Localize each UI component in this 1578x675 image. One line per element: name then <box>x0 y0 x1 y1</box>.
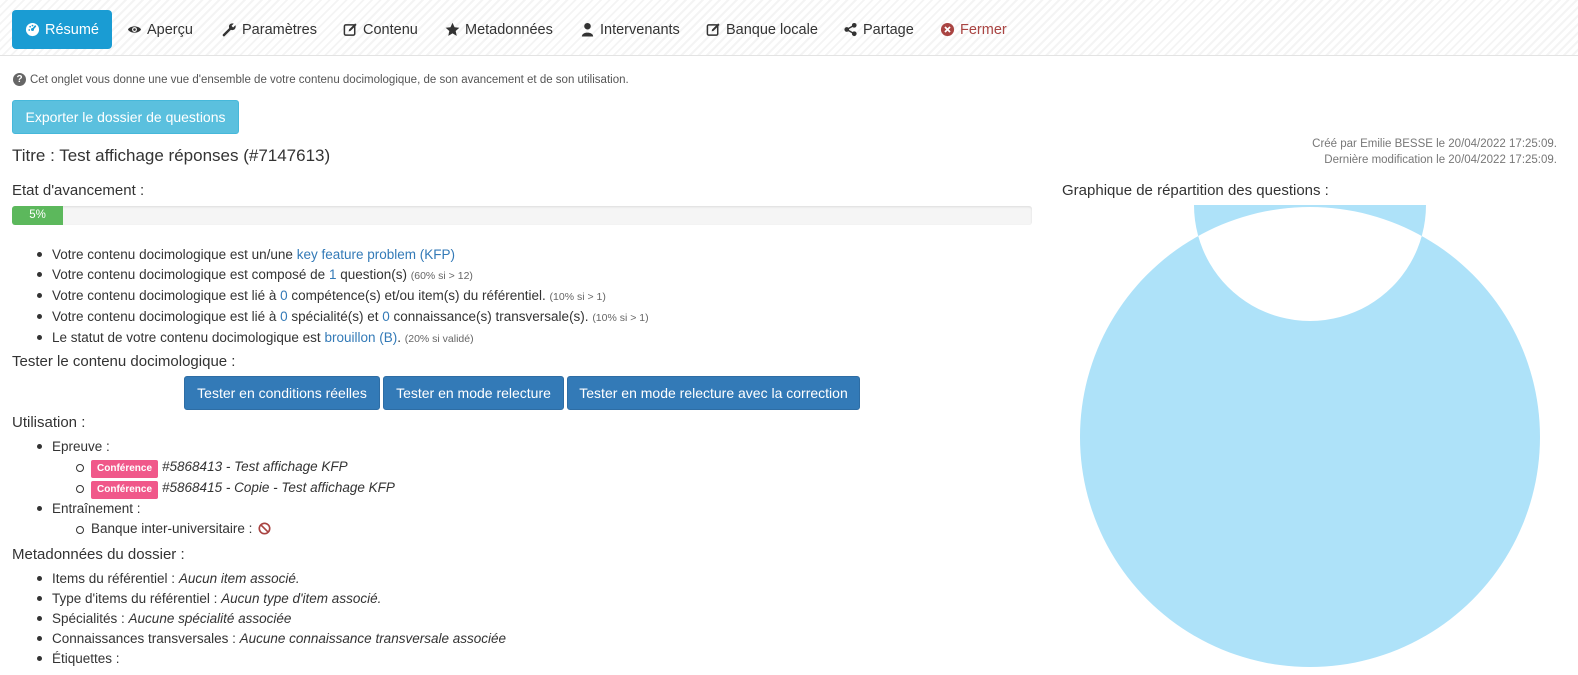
tab-label: Metadonnées <box>465 21 553 38</box>
test-review-mode-button[interactable]: Tester en mode relecture <box>383 376 564 410</box>
usage-heading: Utilisation : <box>12 414 86 431</box>
list-item: Le statut de votre contenu docimologique… <box>37 328 649 349</box>
share-icon <box>844 22 857 37</box>
tab-partage[interactable]: Partage <box>843 10 914 49</box>
tab-metadonnees[interactable]: Metadonnées <box>445 10 553 49</box>
list-item: Votre contenu docimologique est lié à 0 … <box>37 307 649 328</box>
conference-badge: Conférence <box>91 481 159 499</box>
conference-badge: Conférence <box>91 460 159 478</box>
list-item: Votre contenu docimologique est lié à 0 … <box>37 286 649 307</box>
question-circle-icon: ? <box>13 73 26 86</box>
star-icon <box>445 22 460 36</box>
created-by: Créé par Emilie BESSE le 20/04/2022 17:2… <box>1312 138 1557 150</box>
test-heading: Tester le contenu docimologique : <box>12 353 236 370</box>
tab-label: Résumé <box>45 21 99 38</box>
progress-heading: Etat d'avancement : <box>12 182 145 199</box>
list-item[interactable]: Conférence #5868415 - Copie - Test affich… <box>76 478 395 499</box>
creation-meta: Créé par Emilie BESSE le 20/04/2022 17:2… <box>1312 136 1557 168</box>
page-title: Titre : Test affichage réponses (#714761… <box>12 146 331 165</box>
eye-icon <box>127 26 142 33</box>
list-item[interactable]: Conférence #5868413 - Test affichage KFP <box>76 457 395 478</box>
usage-list: Epreuve : Conférence #5868413 - Test affi… <box>37 437 395 539</box>
metadata-list: Items du référentiel : Aucun item associ… <box>36 569 506 669</box>
hint-text: Cet onglet vous donne une vue d'ensemble… <box>30 73 629 86</box>
tab-resume[interactable]: Résumé <box>12 10 112 49</box>
list-item: Epreuve : Conférence #5868413 - Test affi… <box>37 437 395 499</box>
edit-icon <box>343 23 357 36</box>
entrainement-list: Banque inter-universitaire : <box>76 519 395 539</box>
tab-label: Partage <box>863 21 914 38</box>
tab-label: Paramètres <box>242 21 317 38</box>
user-icon <box>581 22 594 37</box>
tab-bar: Résumé Aperçu Paramètres Contenu Metadon… <box>0 0 1578 56</box>
content-type-link[interactable]: key feature problem (KFP) <box>297 247 455 262</box>
list-item: Connaissances transversales : Aucune con… <box>36 629 506 649</box>
list-item: Items du référentiel : Aucun item associ… <box>36 569 506 589</box>
metadata-heading: Metadonnées du dossier : <box>12 546 185 563</box>
tab-apercu[interactable]: Aperçu <box>127 10 193 49</box>
tab-fermer[interactable]: Fermer <box>940 10 1007 49</box>
progress-fill: 5% <box>12 206 63 225</box>
tab-label: Contenu <box>363 21 418 38</box>
status-list: Votre contenu docimologique est un/une k… <box>37 245 649 349</box>
dashboard-icon <box>25 22 40 37</box>
tab-contenu[interactable]: Contenu <box>343 10 418 49</box>
last-modified: Dernière modification le 20/04/2022 17:2… <box>1324 154 1557 166</box>
list-item: Type d'items du référentiel : Aucun type… <box>36 589 506 609</box>
chart-title: Graphique de répartition des questions : <box>1062 182 1329 199</box>
ban-icon <box>258 522 271 535</box>
tab-label: Intervenants <box>600 21 680 38</box>
close-circle-icon <box>940 22 955 37</box>
list-item: Spécialités : Aucune spécialité associée <box>36 609 506 629</box>
list-item: Votre contenu docimologique est composé … <box>37 265 649 286</box>
tab-banque-locale[interactable]: Banque locale <box>706 10 818 49</box>
tab-parametres[interactable]: Paramètres <box>222 10 317 49</box>
list-item: Entraînement : Banque inter-universitair… <box>37 499 395 539</box>
list-item: Votre contenu docimologique est un/une k… <box>37 245 649 265</box>
wrench-icon <box>222 22 237 37</box>
tab-intervenants[interactable]: Intervenants <box>580 10 680 49</box>
question-distribution-chart <box>1080 205 1540 667</box>
export-button[interactable]: Exporter le dossier de questions <box>12 100 239 134</box>
test-real-conditions-button[interactable]: Tester en conditions réelles <box>184 376 380 410</box>
epreuve-list: Conférence #5868413 - Test affichage KFP … <box>76 457 395 499</box>
tab-label: Aperçu <box>147 21 193 38</box>
progress-bar: 5% <box>12 206 1032 225</box>
status-link[interactable]: brouillon (B) <box>324 330 397 345</box>
list-item: Étiquettes : <box>36 649 506 669</box>
list-item: Banque inter-universitaire : <box>76 519 395 539</box>
tab-label: Banque locale <box>726 21 818 38</box>
edit-icon <box>706 23 720 36</box>
tab-hint: ? Cet onglet vous donne une vue d'ensemb… <box>13 73 629 86</box>
test-review-correction-button[interactable]: Tester en mode relecture avec la correct… <box>567 376 860 410</box>
tab-label: Fermer <box>960 21 1007 38</box>
